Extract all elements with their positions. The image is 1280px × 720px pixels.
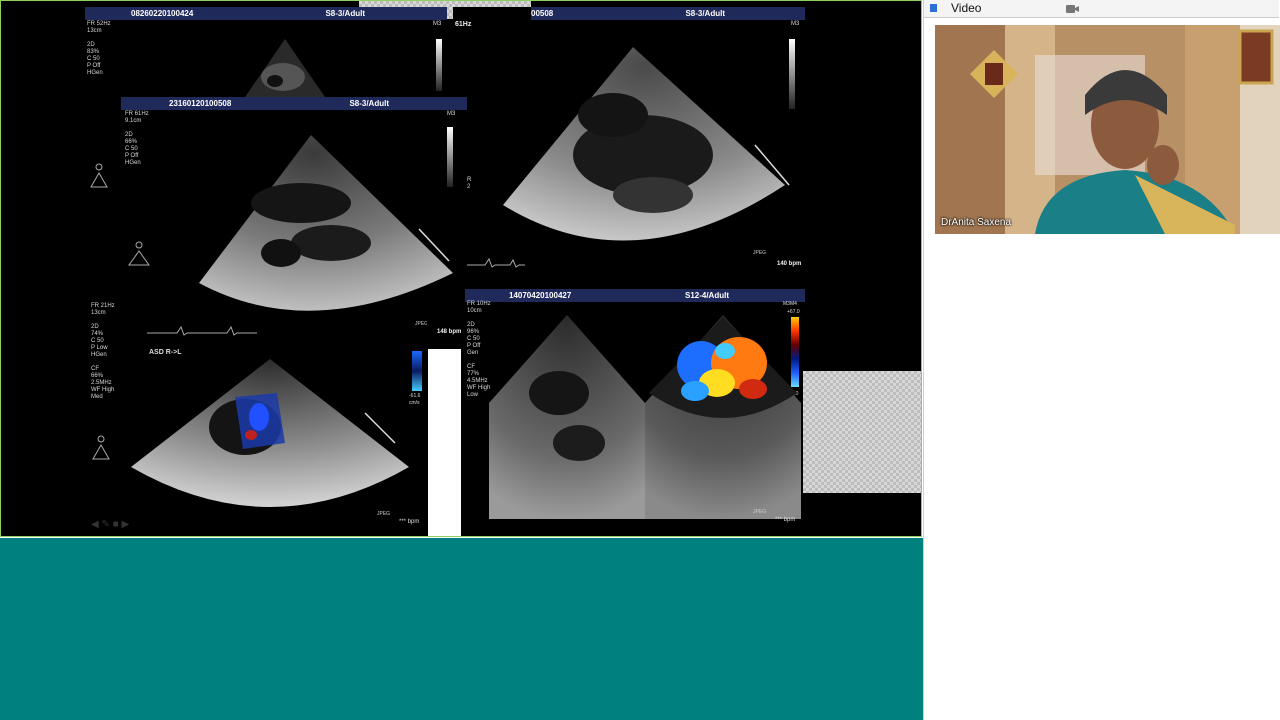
scan-params: FR 52Hz 13cm 2D 83% C 50 P Off HGen	[87, 21, 111, 76]
patient-id: 08260220100424	[131, 9, 194, 18]
scan-params: FR 10Hz 10cm 2D 96% C 50 P Off Gen CF 77…	[467, 301, 491, 398]
video-title: Video	[951, 1, 982, 15]
white-block	[428, 349, 461, 536]
scan-params: FR 61Hz 9.1cm 2D 66% C 50 P Off HGen	[125, 111, 149, 166]
m3-label: M3	[791, 21, 800, 27]
jpeg-label: JPEG	[753, 250, 767, 256]
screen-share-area: 08260220100424 S8-3/Adult FR 52Hz 13cm 2…	[0, 0, 922, 537]
velocity-scale-low: -61.6 cm/s	[409, 393, 421, 406]
heart-rate: 140 bpm	[777, 261, 802, 267]
echo-panel-5: 14070420100427 S12-4/Adult FR 10Hz 10cm …	[465, 289, 805, 529]
probe-orientation-icon	[128, 241, 150, 266]
echo-panel-4: FR 21Hz 13cm 2D 74% C 50 P Low HGen CF 6…	[85, 297, 427, 533]
ecg-trace	[147, 325, 257, 336]
patient-id: 14070420100427	[509, 291, 572, 300]
probe-label: S12-4/Adult	[684, 291, 729, 300]
m3-label: M3	[433, 21, 442, 27]
mode-label: M3M4	[783, 301, 797, 307]
echo-image-5-color	[645, 315, 801, 519]
scan-params: FR 21Hz 13cm 2D 74% C 50 P Low HGen CF 6…	[91, 303, 115, 400]
video-titlebar: Video	[924, 0, 1279, 18]
jpeg-label: JPEG	[753, 509, 767, 515]
echo-panel-2: 23160120100508 S8-3/Adult FR 61Hz 9.1cm …	[121, 97, 467, 331]
view-label: ASD R->L	[149, 349, 182, 356]
echo-image-5-2d	[489, 315, 645, 519]
echo-panel-2-header: 23160120100508 S8-3/Adult	[121, 97, 467, 110]
probe-label: S8-3/Adult	[325, 9, 365, 18]
echo-panel-1: 08260220100424 S8-3/Adult FR 52Hz 13cm 2…	[85, 7, 447, 97]
transparency-block-right	[803, 371, 921, 493]
color-scale-bar	[412, 351, 422, 391]
camera-icon[interactable]	[1066, 4, 1080, 14]
heart-rate: *** bpm	[399, 519, 420, 525]
participant-video[interactable]: DrAnita Saxena	[935, 25, 1280, 234]
jpeg-label: JPEG	[377, 511, 391, 517]
echo-panel-3: 00508 S8-3/Adult 61Hz M3 R 2 JPEG 140 bp…	[453, 7, 805, 279]
probe-orientation-icon	[90, 163, 108, 188]
background-teal-area	[0, 538, 923, 720]
jpeg-label: JPEG	[415, 321, 427, 327]
m3-label: M3	[447, 111, 456, 117]
probe-label: S8-3/Adult	[685, 9, 725, 18]
echo-panel-3-header: 00508 S8-3/Adult	[531, 7, 805, 20]
heart-rate: *** bpm	[775, 517, 796, 523]
r-marker: R 2	[467, 177, 472, 190]
patient-id: 00508	[531, 9, 554, 18]
video-sidebar: Video DrAnita Saxena	[923, 0, 1280, 720]
echo-image-3	[503, 47, 790, 241]
participant-name: DrAnita Saxena	[941, 217, 1012, 228]
probe-label: S8-3/Adult	[349, 99, 389, 108]
probe-orientation-icon	[92, 435, 110, 460]
participant-video-feed	[935, 25, 1280, 234]
echo-image-4	[131, 359, 409, 507]
patient-id: 23160120100508	[169, 99, 232, 108]
viewer-nav-controls[interactable]: ◀ ✎ ■ ▶	[91, 519, 181, 531]
grayscale-bar	[436, 39, 442, 91]
echo-panel-5-header: 14070420100427 S12-4/Adult	[465, 289, 805, 302]
frame-rate: 61Hz	[455, 21, 472, 28]
heart-rate: 148 bpm	[437, 329, 462, 335]
ecg-trace	[465, 257, 525, 268]
echo-image-1	[245, 39, 325, 97]
video-indicator-icon	[930, 4, 937, 12]
echo-panel-1-header: 08260220100424 S8-3/Adult	[85, 7, 447, 20]
